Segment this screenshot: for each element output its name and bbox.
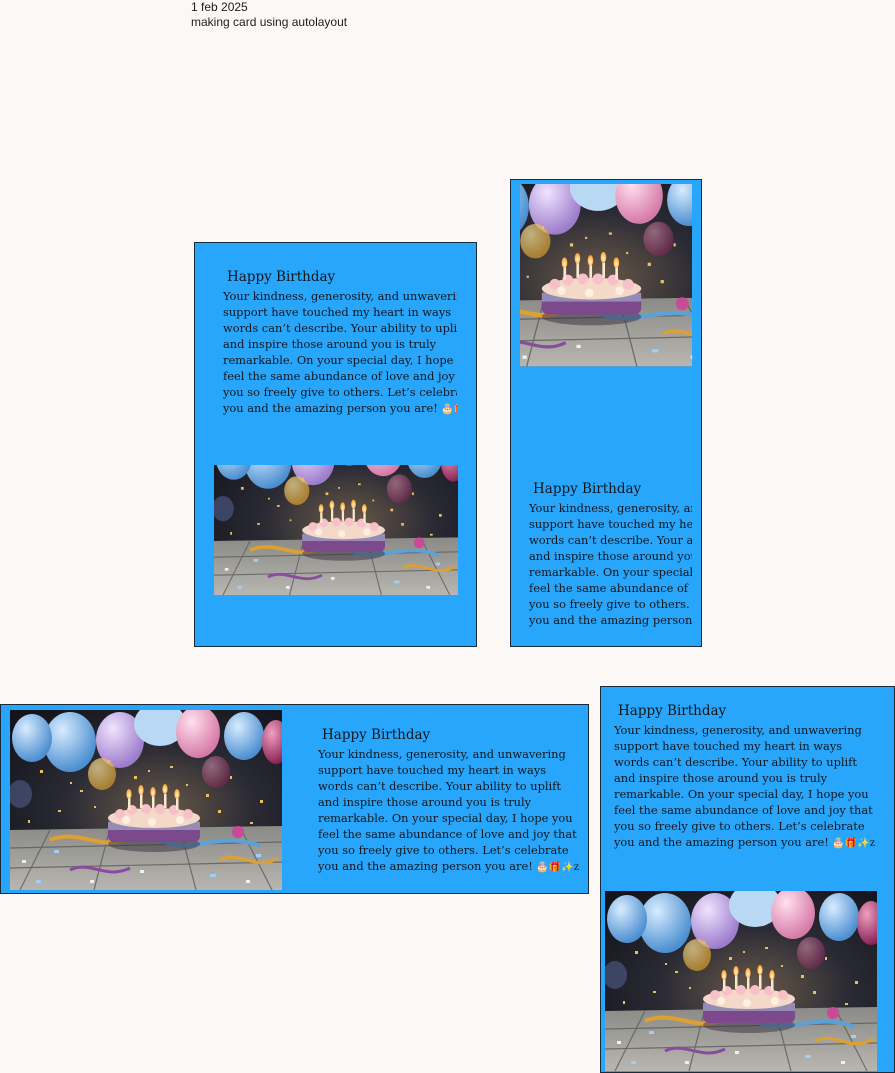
birthday-card-horizontal[interactable]: Happy Birthday Your kindness, generosity… — [0, 704, 589, 894]
card-text-block: Happy Birthday Your kindness, generosity… — [223, 269, 457, 419]
birthday-cake-image — [214, 465, 458, 628]
canvas-caption: making card using autolayout — [191, 15, 348, 29]
card-title: Happy Birthday — [533, 481, 642, 497]
card-message: Your kindness, generosity, and unwaverin… — [529, 501, 692, 627]
birthday-card-vertical-text-top[interactable]: Happy Birthday Your kindness, generosity… — [194, 242, 477, 647]
card-title: Happy Birthday — [227, 269, 336, 285]
canvas-date: 1 feb 2025 — [191, 0, 248, 14]
birthday-cake-image — [605, 891, 877, 1072]
card-message: Your kindness, generosity, and unwaverin… — [223, 289, 457, 415]
card-text-block: Happy Birthday Your kindness, generosity… — [614, 703, 884, 853]
birthday-card-wide-text-top[interactable]: Happy Birthday Your kindness, generosity… — [600, 686, 895, 1073]
birthday-cake-image — [520, 184, 692, 474]
card-title: Happy Birthday — [322, 727, 431, 743]
birthday-cake-image — [10, 710, 282, 890]
card-message: Your kindness, generosity, and unwaverin… — [614, 723, 876, 849]
birthday-card-vertical-image-top[interactable]: Happy Birthday Your kindness, generosity… — [510, 179, 702, 647]
card-message: Your kindness, generosity, and unwaverin… — [318, 747, 580, 873]
card-text-block: Happy Birthday Your kindness, generosity… — [529, 481, 692, 631]
card-title: Happy Birthday — [618, 703, 727, 719]
card-text-block: Happy Birthday Your kindness, generosity… — [318, 727, 580, 877]
